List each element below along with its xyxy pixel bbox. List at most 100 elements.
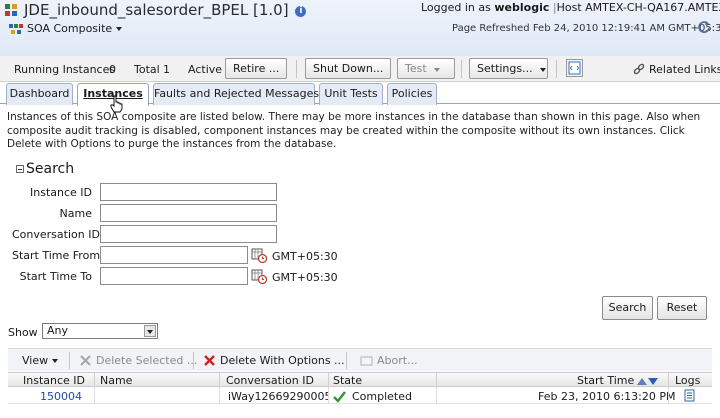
instance-id-field[interactable] bbox=[100, 183, 277, 201]
show-filter-select[interactable]: Any bbox=[42, 323, 158, 339]
chevron-down-icon bbox=[540, 68, 547, 72]
total-label: Total bbox=[134, 63, 160, 76]
col-state[interactable]: State bbox=[333, 374, 362, 387]
start-time-from-label: Start Time From bbox=[12, 249, 101, 262]
name-field[interactable] bbox=[100, 204, 277, 222]
view-menu[interactable]: View bbox=[22, 354, 59, 367]
delete-x-icon-disabled bbox=[80, 355, 91, 366]
tab-policies[interactable]: Policies bbox=[387, 83, 437, 105]
table-row[interactable]: 150004 iWay126692900050 Completed Feb 23… bbox=[8, 388, 712, 404]
toolbar-divider bbox=[296, 60, 297, 78]
retire-button[interactable]: Retire ... bbox=[225, 58, 288, 79]
state-label: Active bbox=[188, 63, 223, 76]
start-time-to-field[interactable] bbox=[100, 267, 248, 285]
delete-selected-button[interactable]: Delete Selected ... bbox=[79, 354, 197, 367]
instance-id-link[interactable]: 150004 bbox=[40, 390, 82, 403]
toolbar-divider bbox=[556, 60, 557, 78]
info-icon[interactable]: i bbox=[295, 6, 307, 17]
abort-label: Abort... bbox=[377, 354, 418, 367]
header-bar: JDE_inbound_salesorder_BPEL [1.0] i SOA … bbox=[0, 0, 720, 56]
col-logs: Logs bbox=[675, 374, 701, 387]
conversation-id-label: Conversation ID bbox=[12, 228, 100, 241]
column-divider bbox=[328, 388, 329, 404]
settings-button[interactable]: Settings... bbox=[469, 58, 548, 79]
delete-x-icon bbox=[204, 355, 215, 366]
related-links-menu[interactable]: Related Links bbox=[632, 62, 720, 76]
delete-with-options-label: Delete With Options ... bbox=[220, 354, 345, 367]
instances-table-header: Instance ID Name Conversation ID State S… bbox=[8, 372, 712, 388]
start-time-from-field[interactable] bbox=[100, 246, 248, 264]
logged-in-prefix: Logged in as bbox=[421, 1, 491, 14]
sort-descending-icon[interactable] bbox=[648, 378, 659, 385]
tab-unit-tests[interactable]: Unit Tests bbox=[319, 83, 383, 105]
conversation-id-field[interactable] bbox=[100, 225, 277, 243]
total-count: 1 bbox=[163, 63, 170, 76]
xml-document-icon bbox=[568, 61, 581, 75]
toolbar-divider bbox=[69, 352, 70, 369]
collapse-icon bbox=[16, 165, 24, 173]
composite-app-icon bbox=[5, 4, 17, 16]
instance-id-label: Instance ID bbox=[30, 186, 92, 199]
calendar-icon[interactable] bbox=[251, 268, 267, 284]
col-start-time[interactable]: Start Time bbox=[577, 374, 659, 387]
chevron-down-icon bbox=[434, 68, 441, 72]
link-icon bbox=[633, 63, 645, 75]
column-divider bbox=[668, 388, 669, 404]
timezone-to: GMT+05:30 bbox=[272, 271, 338, 284]
chevron-down-icon bbox=[116, 26, 123, 31]
name-label: Name bbox=[59, 207, 92, 220]
host-label: Host bbox=[556, 1, 582, 14]
tab-dashboard[interactable]: Dashboard bbox=[6, 83, 73, 105]
login-info: Logged in as weblogic |Host AMTEX-CH-QA1… bbox=[421, 1, 720, 14]
settings-button-label: Settings... bbox=[477, 62, 533, 75]
column-divider bbox=[436, 373, 437, 388]
test-button-label: Test bbox=[405, 62, 427, 75]
running-instances-label: Running Instances bbox=[14, 63, 116, 76]
column-divider bbox=[219, 373, 220, 388]
chevron-down-icon bbox=[52, 358, 59, 363]
col-name[interactable]: Name bbox=[100, 374, 132, 387]
timezone-from: GMT+05:30 bbox=[272, 250, 338, 263]
soa-composite-menu[interactable]: SOA Composite bbox=[9, 22, 123, 35]
page-title-text: JDE_inbound_salesorder_BPEL [1.0] bbox=[24, 1, 289, 19]
col-instance-id[interactable]: Instance ID bbox=[23, 374, 85, 387]
page-title: JDE_inbound_salesorder_BPEL [1.0] i bbox=[24, 1, 307, 19]
conversation-id-cell: iWay126692900050 bbox=[228, 390, 328, 403]
calendar-icon[interactable] bbox=[251, 247, 267, 263]
running-instances-count: 0 bbox=[109, 63, 116, 76]
start-time-to-label: Start Time To bbox=[19, 270, 92, 283]
column-divider bbox=[668, 373, 669, 388]
chevron-down-icon bbox=[144, 325, 156, 337]
search-section-toggle[interactable]: Search bbox=[16, 161, 74, 177]
col-start-time-label: Start Time bbox=[577, 374, 635, 387]
abort-icon bbox=[360, 356, 373, 365]
abort-button[interactable]: Abort... bbox=[360, 354, 418, 367]
search-button[interactable]: Search bbox=[602, 296, 653, 320]
column-divider bbox=[219, 388, 220, 404]
toolbar-divider bbox=[193, 352, 194, 369]
start-time-cell: Feb 23, 2010 6:13:20 PM bbox=[538, 390, 676, 403]
refresh-icon[interactable] bbox=[697, 20, 711, 34]
state-cell: Completed bbox=[333, 390, 412, 403]
delete-selected-label: Delete Selected ... bbox=[96, 354, 198, 367]
page-refreshed-text: Page Refreshed Feb 24, 2010 12:19:41 AM … bbox=[452, 23, 720, 34]
tab-faults[interactable]: Faults and Rejected Messages bbox=[153, 83, 319, 105]
toolbar-divider bbox=[461, 60, 462, 78]
show-xml-icon[interactable] bbox=[566, 59, 583, 77]
delete-with-options-button[interactable]: Delete With Options ... bbox=[203, 354, 345, 367]
host-name: AMTEX-CH-QA167.AMTEXPDC bbox=[585, 1, 720, 14]
instance-id-cell[interactable]: 150004 bbox=[40, 390, 82, 403]
column-divider bbox=[94, 388, 95, 404]
reset-button[interactable]: Reset bbox=[657, 296, 707, 320]
test-button[interactable]: Test bbox=[397, 58, 455, 79]
tab-bar: Dashboard Instances Faults and Rejected … bbox=[0, 82, 720, 106]
log-document-icon[interactable] bbox=[684, 389, 695, 402]
col-conversation-id[interactable]: Conversation ID bbox=[226, 374, 314, 387]
user-name: weblogic bbox=[494, 1, 550, 14]
soa-composite-label: SOA Composite bbox=[27, 22, 113, 35]
sort-ascending-icon[interactable] bbox=[637, 378, 648, 385]
column-divider bbox=[328, 373, 329, 388]
shutdown-button[interactable]: Shut Down... bbox=[305, 58, 392, 79]
table-toolbar: View Delete Selected ... Delete With Opt… bbox=[8, 348, 712, 371]
instances-description: Instances of this SOA composite are list… bbox=[7, 111, 701, 150]
